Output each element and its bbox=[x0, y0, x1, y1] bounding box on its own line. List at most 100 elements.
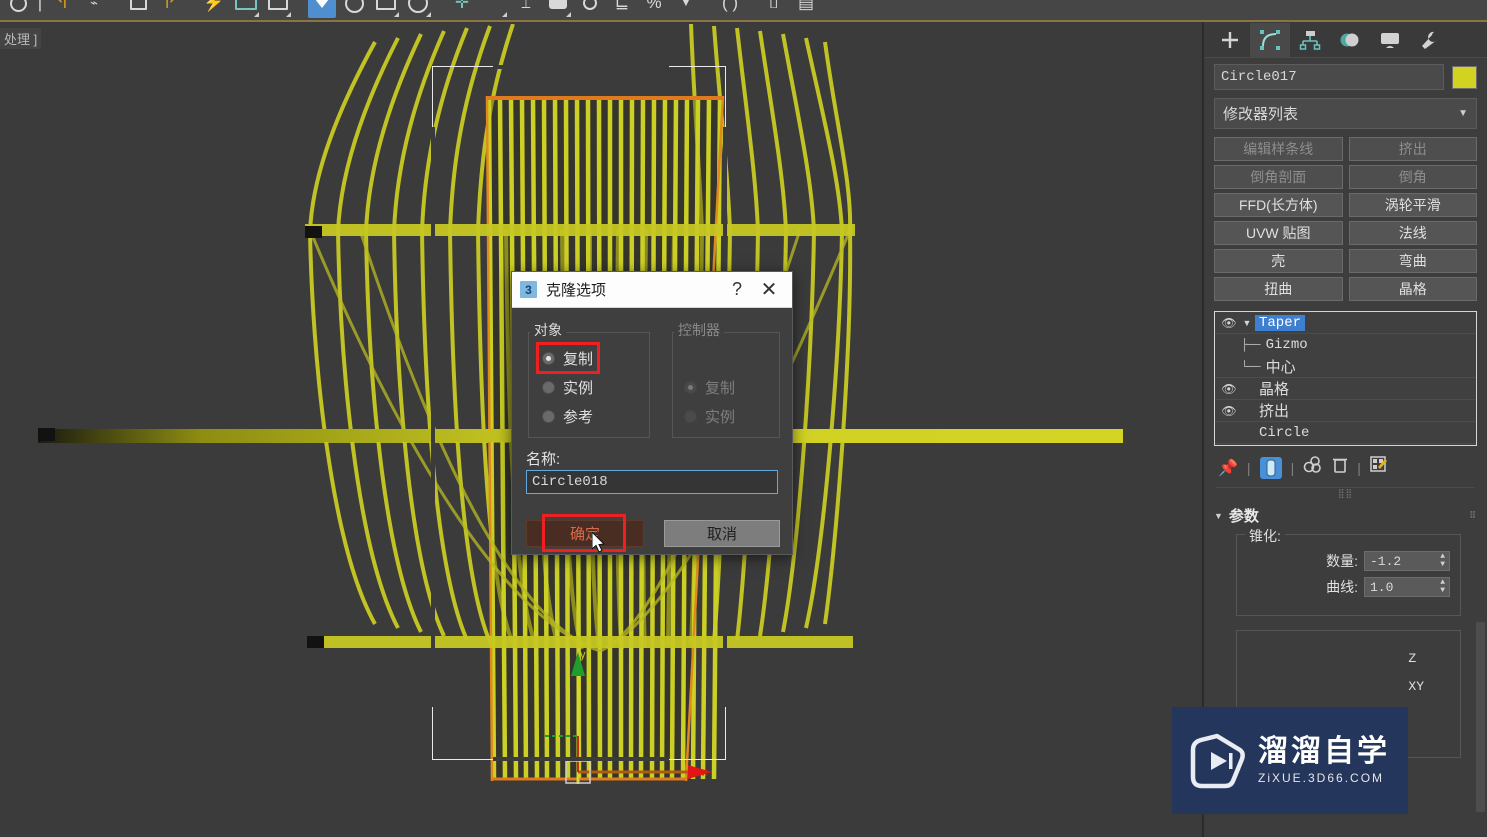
dialog-title-bar[interactable]: 3 克隆选项 ? ✕ bbox=[512, 272, 792, 308]
3dsmax-window: | ↰ ⌁ ↱ ⚡ ✛ ⌶ ⊑ % ▼ ( ) ⌷ ▤ 处理] y x 3 克… bbox=[0, 0, 1487, 837]
select-object-icon[interactable] bbox=[232, 0, 260, 18]
command-panel-tabs[interactable] bbox=[1204, 22, 1487, 58]
stack-item-extrude[interactable]: 👁 挤出 bbox=[1215, 400, 1476, 422]
modifier-stack-toolbar[interactable]: 📌 | | | bbox=[1204, 446, 1487, 485]
select-and-rotate-icon[interactable] bbox=[340, 0, 368, 18]
toolbar-separator-2 bbox=[112, 0, 120, 18]
select-region-icon[interactable] bbox=[264, 0, 292, 18]
modbtn-turbosmooth[interactable]: 涡轮平滑 bbox=[1348, 193, 1477, 217]
modbtn-uvw-map[interactable]: UVW 贴图 bbox=[1214, 221, 1343, 245]
modify-tab[interactable] bbox=[1250, 22, 1290, 57]
unlink-icon[interactable]: ↱ bbox=[156, 0, 184, 18]
stack-subitem-label: 中心 bbox=[1265, 359, 1296, 376]
stack-subitem-label: Gizmo bbox=[1265, 337, 1308, 353]
show-end-result-icon[interactable] bbox=[1259, 456, 1282, 479]
clone-options-dialog[interactable]: 3 克隆选项 ? ✕ 对象 复制 实例 参考 控制器 复制 实例 名称: Cir… bbox=[511, 271, 793, 555]
mirror-icon[interactable]: ( ) bbox=[716, 0, 744, 18]
modbtn-extrude[interactable]: 挤出 bbox=[1348, 137, 1477, 161]
percent-snap-icon[interactable] bbox=[576, 0, 604, 18]
watermark: 溜溜自学 ZiXUE.3D66.COM bbox=[1172, 707, 1408, 814]
curve-value: 1.0 bbox=[1370, 579, 1394, 595]
select-link-icon[interactable]: ⌁ bbox=[80, 0, 108, 18]
configure-modifier-sets-icon[interactable] bbox=[1370, 456, 1388, 479]
name-label: 名称: bbox=[526, 451, 561, 468]
copy-option-highlight bbox=[536, 342, 600, 374]
eye-icon[interactable]: 👁 bbox=[1219, 382, 1239, 396]
eye-icon[interactable]: 👁 bbox=[1219, 316, 1239, 330]
modifier-list-dropdown[interactable]: 修改器列表 ▼ bbox=[1214, 98, 1477, 129]
toolbar-separator: | bbox=[37, 0, 43, 12]
motion-tab[interactable] bbox=[1330, 23, 1370, 57]
clone-name-input[interactable] bbox=[526, 470, 778, 494]
modbtn-bevel-profile[interactable]: 倒角剖面 bbox=[1214, 165, 1343, 189]
object-color-swatch[interactable] bbox=[1452, 65, 1477, 89]
named-selection-icon[interactable]: % bbox=[640, 0, 668, 18]
search-icon[interactable] bbox=[4, 0, 32, 18]
modbtn-edit-spline[interactable]: 编辑样条线 bbox=[1214, 137, 1343, 161]
object-option-reference-label: 参考 bbox=[563, 409, 594, 426]
remove-modifier-icon[interactable] bbox=[1332, 456, 1348, 479]
spinner-arrows-icon[interactable]: ▲ ▼ bbox=[1440, 553, 1445, 569]
close-icon[interactable]: ✕ bbox=[752, 277, 786, 302]
toolbar-separator-4 bbox=[296, 0, 304, 18]
bind-icon[interactable] bbox=[124, 0, 152, 18]
snap-toggle-icon[interactable]: ⌶ bbox=[512, 0, 540, 18]
app-badge-icon: 3 bbox=[520, 281, 537, 298]
modbtn-lattice[interactable]: 晶格 bbox=[1348, 277, 1477, 301]
spinner-snap-icon[interactable]: ⊑ bbox=[608, 0, 636, 18]
axis-label-primary[interactable]: Z bbox=[1408, 645, 1424, 673]
modifier-button-set[interactable]: 编辑样条线 挤出 倒角剖面 倒角 FFD(长方体) 涡轮平滑 UVW 贴图 法线… bbox=[1204, 135, 1487, 307]
curve-spinner[interactable]: 1.0 ▲ ▼ bbox=[1364, 577, 1450, 597]
chevron-down-icon[interactable]: ▼ bbox=[1239, 318, 1255, 328]
object-option-reference[interactable]: 参考 bbox=[542, 406, 593, 427]
rollout-divider[interactable]: ⣿⣿ bbox=[1216, 487, 1475, 499]
modbtn-normal[interactable]: 法线 bbox=[1348, 221, 1477, 245]
spacewarp-icon[interactable]: ⚡ bbox=[200, 0, 228, 18]
controller-option-copy[interactable]: 复制 bbox=[684, 377, 735, 398]
angle-snap-icon[interactable] bbox=[544, 0, 572, 18]
use-center-icon[interactable]: ✛ bbox=[448, 0, 476, 18]
controller-option-instance[interactable]: 实例 bbox=[684, 406, 735, 427]
object-name-input[interactable] bbox=[1214, 64, 1444, 90]
stack-subitem-center[interactable]: └── 中心 bbox=[1215, 356, 1476, 378]
select-and-manipulate-icon[interactable] bbox=[480, 0, 508, 18]
display-tab[interactable] bbox=[1370, 23, 1410, 57]
stack-item-lattice[interactable]: 👁 晶格 bbox=[1215, 378, 1476, 400]
stack-item-circle[interactable]: Circle bbox=[1215, 422, 1476, 444]
layer-manager-icon[interactable]: ▤ bbox=[792, 0, 820, 18]
parameters-title: 参数 bbox=[1228, 508, 1259, 525]
modifier-stack[interactable]: 👁 ▼ Taper ├── Gizmo └── 中心 👁 晶格 👁 挤出 Cir… bbox=[1214, 311, 1477, 446]
pin-stack-icon[interactable]: 📌 bbox=[1218, 458, 1238, 478]
help-button[interactable]: ? bbox=[722, 279, 752, 300]
object-option-instance[interactable]: 实例 bbox=[542, 377, 593, 398]
panel-scrollbar[interactable] bbox=[1476, 622, 1485, 812]
controller-option-instance-label: 实例 bbox=[705, 409, 736, 426]
stack-subitem-gizmo[interactable]: ├── Gizmo bbox=[1215, 334, 1476, 356]
cancel-button[interactable]: 取消 bbox=[664, 520, 780, 547]
make-unique-icon[interactable] bbox=[1303, 456, 1323, 479]
modbtn-ffd-box[interactable]: FFD(长方体) bbox=[1214, 193, 1343, 217]
object-group-title: 对象 bbox=[530, 320, 566, 340]
modbtn-bend[interactable]: 弯曲 bbox=[1348, 249, 1477, 273]
modbtn-twist[interactable]: 扭曲 bbox=[1214, 277, 1343, 301]
axis-label-effect[interactable]: XY bbox=[1408, 673, 1424, 701]
undo-icon[interactable]: ↰ bbox=[48, 0, 76, 18]
hierarchy-tab[interactable] bbox=[1290, 23, 1330, 57]
eye-icon[interactable]: 👁 bbox=[1219, 404, 1239, 418]
create-tab[interactable] bbox=[1210, 23, 1250, 57]
chevron-down-icon: ▼ bbox=[1458, 108, 1468, 119]
parameters-rollout-header[interactable]: ▼ 参数 ⠿ bbox=[1214, 505, 1477, 526]
modbtn-shell[interactable]: 壳 bbox=[1214, 249, 1343, 273]
select-and-scale-icon[interactable] bbox=[372, 0, 400, 18]
chevron-down-icon[interactable]: ▼ bbox=[672, 0, 700, 18]
reference-coord-icon[interactable] bbox=[404, 0, 432, 18]
stack-item-taper[interactable]: 👁 ▼ Taper bbox=[1215, 312, 1476, 334]
align-icon[interactable]: ⌷ bbox=[760, 0, 788, 18]
play-logo-icon bbox=[1188, 732, 1246, 790]
utilities-tab[interactable] bbox=[1410, 23, 1450, 57]
select-and-move-icon[interactable] bbox=[308, 0, 336, 18]
main-toolbar[interactable]: | ↰ ⌁ ↱ ⚡ ✛ ⌶ ⊑ % ▼ ( ) ⌷ ▤ bbox=[0, 0, 1487, 22]
spinner-arrows-icon[interactable]: ▲ ▼ bbox=[1440, 579, 1445, 595]
modbtn-bevel[interactable]: 倒角 bbox=[1348, 165, 1477, 189]
amount-spinner[interactable]: -1.2 ▲ ▼ bbox=[1364, 551, 1450, 571]
